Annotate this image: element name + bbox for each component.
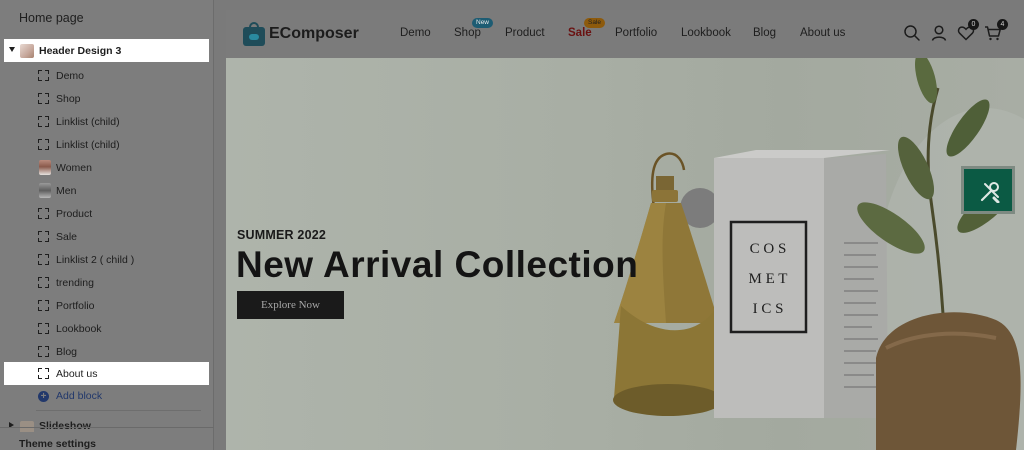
- section-header-design[interactable]: Header Design 3: [4, 39, 209, 62]
- block-item[interactable]: Blog: [4, 340, 209, 363]
- block-frame-icon: [38, 208, 49, 219]
- block-item[interactable]: Men: [4, 179, 209, 202]
- men-thumbnail: [39, 183, 51, 198]
- cart-count: 4: [997, 19, 1008, 30]
- block-label: Linklist 2 ( child ): [56, 253, 135, 266]
- store-header: EComposer Demo Shop New Product Sale Sal…: [226, 10, 1024, 58]
- box-text: I C S: [753, 301, 784, 317]
- box-text: M E T: [749, 271, 788, 287]
- hero-headline: New Arrival Collection: [236, 244, 639, 285]
- nav-blog[interactable]: Blog: [753, 27, 776, 39]
- block-item[interactable]: Linklist (child): [4, 133, 209, 156]
- block-frame-icon: [38, 323, 49, 334]
- store-preview: EComposer Demo Shop New Product Sale Sal…: [226, 10, 1024, 450]
- block-label: Shop: [56, 92, 81, 105]
- block-item[interactable]: Product: [4, 202, 209, 225]
- nav-sale[interactable]: Sale: [568, 27, 592, 39]
- account-icon[interactable]: [929, 23, 949, 43]
- block-item-selected[interactable]: About us: [4, 362, 209, 385]
- sidebar: Home page Header Design 3 Demo Shop Link…: [0, 0, 214, 450]
- block-label: Sale: [56, 230, 78, 243]
- add-block-label: Add block: [56, 390, 103, 402]
- nav-shop[interactable]: Shop: [454, 27, 481, 39]
- explore-now-button[interactable]: Explore Now: [237, 291, 344, 319]
- block-label: trending: [56, 276, 94, 289]
- block-label: Portfolio: [56, 299, 95, 312]
- block-frame-icon: [38, 300, 49, 311]
- chevron-down-icon[interactable]: [9, 47, 15, 52]
- hero-banner: C O S M E T I C S SUMMER 2022 New Arriva…: [226, 58, 1024, 450]
- block-item[interactable]: trending: [4, 271, 209, 294]
- section-label: Slideshow: [39, 420, 91, 432]
- block-frame-icon: [38, 70, 49, 81]
- block-frame-icon: [38, 368, 49, 379]
- block-item[interactable]: Shop: [4, 87, 209, 110]
- block-frame-icon: [38, 231, 49, 242]
- nav-product[interactable]: Product: [505, 27, 545, 39]
- block-frame-icon: [38, 277, 49, 288]
- new-badge: New: [472, 18, 494, 28]
- block-frame-icon: [38, 139, 49, 150]
- section-slideshow[interactable]: Slideshow: [4, 418, 209, 432]
- wishlist-count: 0: [968, 19, 979, 30]
- block-item[interactable]: Linklist 2 ( child ): [4, 248, 209, 271]
- block-item[interactable]: Women: [4, 156, 209, 179]
- nav-portfolio[interactable]: Portfolio: [615, 27, 657, 39]
- block-item[interactable]: Lookbook: [4, 317, 209, 340]
- divider: [36, 410, 201, 411]
- block-label: Product: [56, 207, 93, 220]
- nav-about-us[interactable]: About us: [800, 27, 845, 39]
- plus-circle-icon: +: [38, 391, 49, 402]
- block-label: Linklist (child): [56, 115, 120, 128]
- block-label: Women: [56, 161, 92, 174]
- divider: [0, 427, 214, 428]
- tools-icon: [980, 182, 1000, 203]
- nav-demo[interactable]: Demo: [400, 27, 431, 39]
- block-frame-icon: [38, 346, 49, 357]
- nav-lookbook[interactable]: Lookbook: [681, 27, 731, 39]
- search-icon[interactable]: [902, 23, 922, 43]
- sidebar-title: Home page: [19, 11, 84, 25]
- box-text: C O S: [750, 241, 787, 257]
- block-frame-icon: [38, 116, 49, 127]
- block-item[interactable]: Portfolio: [4, 294, 209, 317]
- section-label: Header Design 3: [39, 44, 122, 57]
- block-label: Blog: [56, 345, 78, 358]
- theme-settings-link[interactable]: Theme settings: [19, 438, 96, 450]
- block-label: About us: [56, 367, 98, 380]
- sale-badge: Sale: [584, 18, 606, 28]
- logo-icon[interactable]: [243, 22, 265, 46]
- block-label: Men: [56, 184, 77, 197]
- logo-text[interactable]: EComposer: [269, 25, 359, 43]
- add-block-button[interactable]: + Add block: [4, 385, 209, 408]
- block-frame-icon: [38, 93, 49, 104]
- block-item[interactable]: Sale: [4, 225, 209, 248]
- block-item[interactable]: Demo: [4, 64, 209, 87]
- women-thumbnail: [39, 160, 51, 175]
- section-thumbnail: [20, 44, 34, 58]
- block-label: Lookbook: [56, 322, 102, 335]
- hero-eyebrow: SUMMER 2022: [237, 228, 327, 242]
- block-label: Linklist (child): [56, 138, 120, 151]
- block-label: Demo: [56, 69, 85, 82]
- block-item[interactable]: Linklist (child): [4, 110, 209, 133]
- editor-tools-button[interactable]: [961, 166, 1015, 214]
- block-frame-icon: [38, 254, 49, 265]
